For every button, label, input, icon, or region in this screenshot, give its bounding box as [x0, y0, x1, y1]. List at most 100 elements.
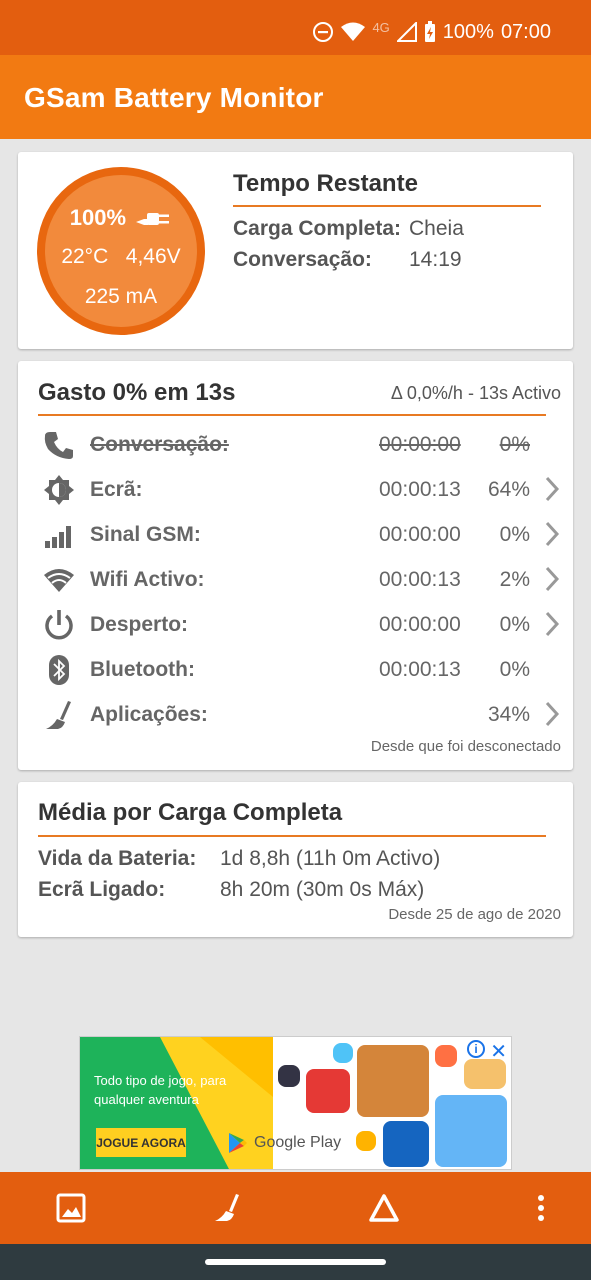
game-tile-icon	[306, 1069, 350, 1113]
ad-close-icon[interactable]: ✕	[490, 1039, 507, 1064]
title-underline	[38, 835, 546, 837]
game-tile-icon	[356, 1131, 376, 1151]
usage-row-awake[interactable]: Desperto: 00:00:00 0%	[18, 602, 573, 647]
usage-row-percent: 0%	[499, 523, 530, 546]
usage-row-label: Wifi Activo:	[90, 568, 205, 591]
usage-row-label: Conversação:	[90, 433, 229, 456]
game-tile-icon	[383, 1121, 429, 1167]
screen-on-value: 8h 20m (30m 0s Máx)	[220, 878, 425, 901]
game-tile-icon	[333, 1043, 353, 1063]
usage-row-gsm-signal[interactable]: Sinal GSM: 00:00:00 0%	[18, 512, 573, 557]
delta-icon[interactable]	[368, 1192, 400, 1224]
app-title: GSam Battery Monitor	[24, 82, 324, 113]
gauge-current: 225 mA	[84, 285, 158, 308]
usage-row-time: 00:00:13	[379, 478, 461, 501]
image-icon[interactable]	[55, 1192, 87, 1224]
app-bar: GSam Battery Monitor	[0, 55, 591, 139]
chevron-right-icon[interactable]	[543, 520, 561, 548]
bluetooth-icon	[49, 655, 69, 685]
usage-row-time: 00:00:13	[379, 658, 461, 681]
ad-play-now-button[interactable]: JOGUE AGORA	[96, 1128, 186, 1157]
power-icon	[45, 610, 73, 640]
battery-charging-icon	[424, 21, 435, 42]
wifi-icon	[44, 569, 74, 592]
usage-row-time: 00:00:00	[379, 433, 461, 456]
google-play-icon	[229, 1133, 247, 1153]
battery-summary-card: 100% 22°C 4,46V 225 mA Tempo Restante Ca…	[18, 152, 573, 349]
usage-row-time: 00:00:00	[379, 523, 461, 546]
chevron-right-icon[interactable]	[543, 700, 561, 728]
broom-icon[interactable]	[212, 1192, 244, 1224]
network-type: 4G	[372, 19, 390, 35]
battery-gauge[interactable]: 100% 22°C 4,46V 225 mA	[37, 167, 205, 335]
game-tile-icon	[435, 1045, 457, 1067]
usage-row-percent: 2%	[499, 568, 530, 591]
usage-row-label: Bluetooth:	[90, 658, 195, 681]
gauge-temperature: 22°C	[61, 245, 109, 268]
title-underline	[38, 414, 546, 416]
brightness-icon	[44, 475, 74, 505]
gauge-level-line: 100%	[45, 205, 197, 231]
usage-row-percent: 0%	[499, 658, 530, 681]
google-play-label: Google Play	[254, 1134, 342, 1151]
status-bar: 4G 100% 07:00	[0, 0, 591, 55]
wifi-status-icon	[341, 22, 366, 41]
ad-banner[interactable]: Todo tipo de jogo, para qualquer aventur…	[79, 1036, 512, 1170]
usage-row-label: Sinal GSM:	[90, 523, 201, 546]
talk-time-value: 14:19	[409, 248, 462, 271]
apps-broom-icon	[46, 701, 71, 729]
usage-row-time: 00:00:00	[379, 613, 461, 636]
plug-icon	[136, 213, 170, 226]
average-title: Média por Carga Completa	[38, 799, 343, 826]
ad-text: Todo tipo de jogo, para qualquer aventur…	[94, 1073, 227, 1107]
chevron-right-icon[interactable]	[543, 610, 561, 638]
full-charge-label: Carga Completa:	[233, 217, 402, 240]
talk-time-label: Conversação:	[233, 248, 372, 271]
usage-row-apps[interactable]: Aplicações: 34%	[18, 692, 573, 737]
bottom-toolbar	[0, 1172, 591, 1244]
ad-info-icon[interactable]: i	[467, 1040, 485, 1058]
gauge-temp-voltage: 22°C 4,46V	[45, 245, 197, 269]
chevron-right-icon[interactable]	[543, 475, 561, 503]
usage-row-bluetooth[interactable]: Bluetooth: 00:00:13 0%	[18, 647, 573, 692]
title-underline	[233, 205, 541, 207]
battery-percent: 100%	[442, 20, 494, 43]
usage-row-conversation[interactable]: Conversação: 00:00:00 0%	[18, 422, 573, 467]
more-vert-icon[interactable]	[525, 1192, 557, 1224]
usage-row-label: Desperto:	[90, 613, 189, 636]
do-not-disturb-icon	[313, 22, 334, 42]
game-tile-icon	[435, 1095, 507, 1167]
full-charge-value: Cheia	[409, 217, 464, 240]
gauge-voltage: 4,46V	[125, 245, 181, 268]
average-footer: Desde 25 de ago de 2020	[388, 906, 561, 923]
game-tile-icon	[278, 1065, 300, 1087]
usage-row-percent: 0%	[499, 433, 530, 456]
battery-life-label: Vida da Bateria:	[38, 847, 197, 870]
usage-row-percent: 34%	[487, 703, 530, 726]
usage-row-percent: 64%	[487, 478, 530, 501]
usage-row-time: 00:00:13	[379, 568, 461, 591]
usage-card: Gasto 0% em 13s Δ 0,0%/h - 13s Activo Co…	[18, 361, 573, 770]
usage-row-wifi[interactable]: Wifi Activo: 00:00:13 2%	[18, 557, 573, 602]
screen-on-label: Ecrã Ligado:	[38, 878, 166, 901]
battery-life-value: 1d 8,8h (11h 0m Activo)	[220, 847, 441, 870]
cell-signal-icon	[396, 22, 417, 42]
usage-rate: Δ 0,0%/h - 13s Activo	[390, 383, 561, 403]
signal-icon	[45, 526, 71, 548]
usage-row-screen[interactable]: Ecrã: 00:00:13 64%	[18, 467, 573, 512]
gauge-level: 100%	[69, 205, 127, 230]
usage-row-label: Ecrã:	[90, 478, 143, 501]
chevron-right-icon[interactable]	[543, 565, 561, 593]
usage-footer: Desde que foi desconectado	[370, 738, 561, 755]
game-tile-icon	[357, 1045, 429, 1117]
usage-row-label: Aplicações:	[90, 703, 208, 726]
google-play-badge[interactable]: Google Play	[228, 1132, 341, 1154]
time-remaining-title: Tempo Restante	[233, 170, 418, 197]
average-card: Média por Carga Completa Vida da Bateria…	[18, 782, 573, 937]
usage-title: Gasto 0% em 13s	[38, 379, 236, 406]
clock: 07:00	[500, 20, 551, 43]
home-gesture-pill[interactable]	[205, 1259, 386, 1265]
usage-row-percent: 0%	[499, 613, 530, 636]
system-nav-bar	[0, 1244, 591, 1280]
status-icons: 4G 100% 07:00	[312, 19, 551, 45]
